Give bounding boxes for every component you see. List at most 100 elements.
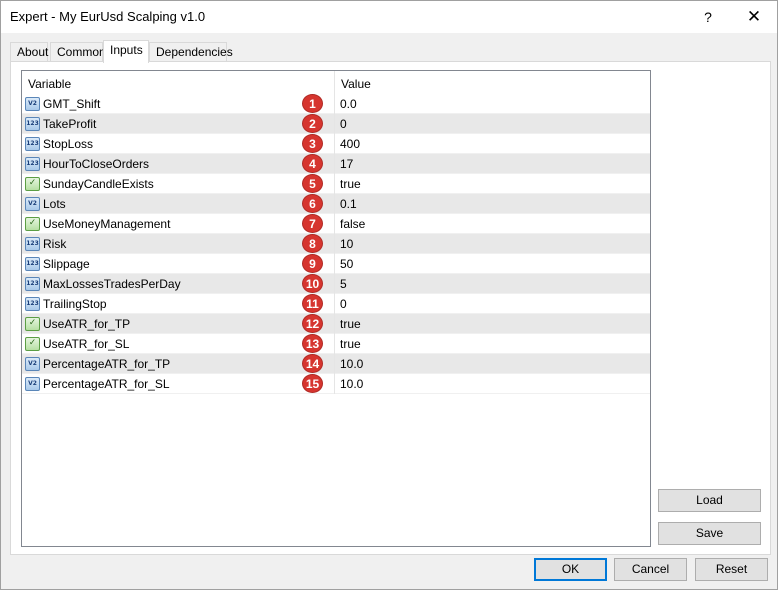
row-number-badge: 12 xyxy=(302,314,323,333)
tab-dependencies[interactable]: Dependencies xyxy=(149,42,233,62)
row-number-badge: 7 xyxy=(302,214,323,233)
variable-name: UseMoneyManagement xyxy=(43,217,171,231)
save-button[interactable]: Save xyxy=(658,522,761,545)
variable-cell[interactable]: 123 TrailingStop 11 xyxy=(22,294,335,314)
table-row[interactable]: ✓ UseATR_for_SL 13 true xyxy=(22,334,650,354)
variable-cell[interactable]: V2 Lots 6 xyxy=(22,194,335,214)
value-cell[interactable]: 10.0 xyxy=(340,357,363,371)
column-header-variable[interactable]: Variable xyxy=(22,71,335,94)
value-cell[interactable]: true xyxy=(340,177,361,191)
variable-cell[interactable]: V2 PercentageATR_for_SL 15 xyxy=(22,374,335,394)
variable-cell[interactable]: 123 StopLoss 3 xyxy=(22,134,335,154)
int-icon: 123 xyxy=(25,157,40,171)
double-icon: V2 xyxy=(25,197,40,211)
value-cell[interactable]: 0.0 xyxy=(340,97,357,111)
variable-name: PercentageATR_for_SL xyxy=(43,377,170,391)
table-row[interactable]: 123 MaxLossesTradesPerDay 10 5 xyxy=(22,274,650,294)
table-row[interactable]: ✓ UseATR_for_TP 12 true xyxy=(22,314,650,334)
double-icon: V2 xyxy=(25,97,40,111)
bool-icon: ✓ xyxy=(25,177,40,191)
variable-cell[interactable]: V2 PercentageATR_for_TP 14 xyxy=(22,354,335,374)
variable-cell[interactable]: V2 GMT_Shift 1 xyxy=(22,94,335,114)
row-number-badge: 9 xyxy=(302,254,323,273)
table-row[interactable]: 123 Slippage 9 50 xyxy=(22,254,650,274)
load-button[interactable]: Load xyxy=(658,489,761,512)
variable-cell[interactable]: 123 TakeProfit 2 xyxy=(22,114,335,134)
table-row[interactable]: ✓ UseMoneyManagement 7 false xyxy=(22,214,650,234)
table-row[interactable]: ✓ SundayCandleExists 5 true xyxy=(22,174,650,194)
value-cell[interactable]: 0 xyxy=(340,297,347,311)
tab-inputs[interactable]: Inputs xyxy=(103,40,149,63)
variable-cell[interactable]: ✓ SundayCandleExists 5 xyxy=(22,174,335,194)
variable-name: StopLoss xyxy=(43,137,94,151)
variable-name: TrailingStop xyxy=(43,297,107,311)
row-number-badge: 4 xyxy=(302,154,323,173)
table-row[interactable]: 123 TrailingStop 11 0 xyxy=(22,294,650,314)
variable-cell[interactable]: 123 HourToCloseOrders 4 xyxy=(22,154,335,174)
value-cell[interactable]: false xyxy=(340,217,365,231)
row-number-badge: 13 xyxy=(302,334,323,353)
table-row[interactable]: 123 TakeProfit 2 0 xyxy=(22,114,650,134)
variable-name: GMT_Shift xyxy=(43,97,101,111)
value-cell[interactable]: 17 xyxy=(340,157,353,171)
row-number-badge: 10 xyxy=(302,274,323,293)
value-cell[interactable]: 0.1 xyxy=(340,197,357,211)
variable-cell[interactable]: ✓ UseATR_for_SL 13 xyxy=(22,334,335,354)
variable-name: Slippage xyxy=(43,257,90,271)
variable-name: UseATR_for_SL xyxy=(43,337,130,351)
variable-cell[interactable]: 123 MaxLossesTradesPerDay 10 xyxy=(22,274,335,294)
ok-button[interactable]: OK xyxy=(534,558,607,581)
row-number-badge: 15 xyxy=(302,374,323,393)
row-number-badge: 11 xyxy=(302,294,323,313)
value-cell[interactable]: 0 xyxy=(340,117,347,131)
double-icon: V2 xyxy=(25,357,40,371)
tab-about[interactable]: About xyxy=(10,42,48,62)
reset-button[interactable]: Reset xyxy=(695,558,768,581)
table-row[interactable]: V2 PercentageATR_for_SL 15 10.0 xyxy=(22,374,650,394)
int-icon: 123 xyxy=(25,257,40,271)
row-number-badge: 3 xyxy=(302,134,323,153)
int-icon: 123 xyxy=(25,137,40,151)
row-number-badge: 8 xyxy=(302,234,323,253)
table-row[interactable]: V2 GMT_Shift 1 0.0 xyxy=(22,94,650,114)
value-cell[interactable]: true xyxy=(340,337,361,351)
value-cell[interactable]: 10.0 xyxy=(340,377,363,391)
inputs-panel: Variable Value V2 GMT_Shift 1 0.0 123 TakePro… xyxy=(10,61,771,555)
value-cell[interactable]: 50 xyxy=(340,257,353,271)
bool-icon: ✓ xyxy=(25,217,40,231)
tab-common[interactable]: Common xyxy=(50,42,106,62)
double-icon: V2 xyxy=(25,377,40,391)
variable-cell[interactable]: 123 Risk 8 xyxy=(22,234,335,254)
close-icon[interactable]: ✕ xyxy=(731,1,777,33)
int-icon: 123 xyxy=(25,237,40,251)
table-row[interactable]: 123 HourToCloseOrders 4 17 xyxy=(22,154,650,174)
row-number-badge: 6 xyxy=(302,194,323,213)
value-cell[interactable]: 400 xyxy=(340,137,360,151)
row-number-badge: 2 xyxy=(302,114,323,133)
variable-name: TakeProfit xyxy=(43,117,97,131)
table-row[interactable]: V2 Lots 6 0.1 xyxy=(22,194,650,214)
table-row[interactable]: 123 StopLoss 3 400 xyxy=(22,134,650,154)
variable-name: Lots xyxy=(43,197,66,211)
variable-name: SundayCandleExists xyxy=(43,177,154,191)
cancel-button[interactable]: Cancel xyxy=(614,558,687,581)
variable-cell[interactable]: ✓ UseATR_for_TP 12 xyxy=(22,314,335,334)
int-icon: 123 xyxy=(25,277,40,291)
title-bar: Expert - My EurUsd Scalping v1.0 ? ✕ xyxy=(1,1,777,33)
help-icon[interactable]: ? xyxy=(685,1,731,33)
value-cell[interactable]: 10 xyxy=(340,237,353,251)
variable-cell[interactable]: ✓ UseMoneyManagement 7 xyxy=(22,214,335,234)
row-number-badge: 14 xyxy=(302,354,323,373)
bool-icon: ✓ xyxy=(25,317,40,331)
variable-cell[interactable]: 123 Slippage 9 xyxy=(22,254,335,274)
inputs-grid[interactable]: Variable Value V2 GMT_Shift 1 0.0 123 TakePro… xyxy=(21,70,651,547)
int-icon: 123 xyxy=(25,297,40,311)
table-row[interactable]: V2 PercentageATR_for_TP 14 10.0 xyxy=(22,354,650,374)
value-cell[interactable]: true xyxy=(340,317,361,331)
value-cell[interactable]: 5 xyxy=(340,277,347,291)
variable-name: HourToCloseOrders xyxy=(43,157,150,171)
table-row[interactable]: 123 Risk 8 10 xyxy=(22,234,650,254)
column-header-value[interactable]: Value xyxy=(335,71,650,94)
variable-name: PercentageATR_for_TP xyxy=(43,357,171,371)
expert-dialog: Expert - My EurUsd Scalping v1.0 ? ✕ Abo… xyxy=(0,0,778,590)
